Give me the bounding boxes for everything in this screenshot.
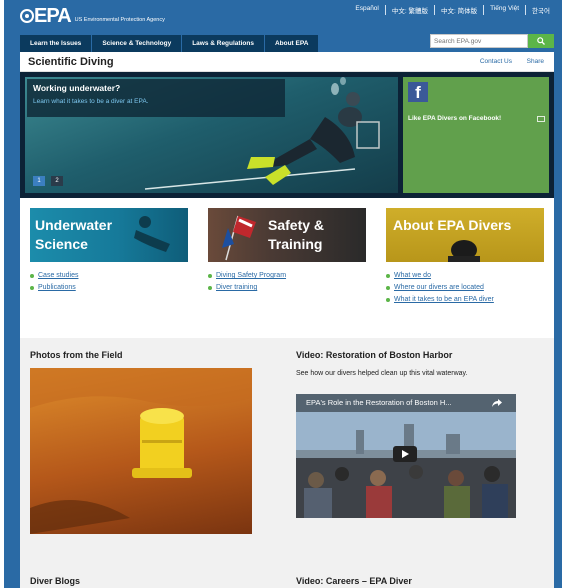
carousel-pager: 1 2 — [33, 176, 69, 186]
search-button[interactable] — [528, 34, 554, 48]
diving-safety-program-link[interactable]: Diving Safety Program — [208, 272, 366, 279]
epa-page-frame: EPA US Environmental Protection Agency E… — [4, 0, 562, 588]
nav-about-epa[interactable]: About EPA — [264, 35, 319, 52]
hero-link[interactable]: Learn what it takes to be a diver at EPA… — [33, 98, 279, 105]
card-title-line1: About EPA Divers — [393, 217, 512, 233]
video-player[interactable]: EPA's Role in the Restoration of Boston … — [296, 394, 516, 518]
card-title-line1: Safety & — [268, 217, 325, 233]
hero-carousel: Working underwater? Learn what it takes … — [20, 72, 554, 198]
nav-learn-the-issues[interactable]: Learn the Issues — [20, 35, 92, 52]
about-epa-divers-banner[interactable]: About EPA Divers — [386, 208, 544, 262]
share-link[interactable]: Share — [527, 58, 544, 65]
sensor-buoy-image — [30, 368, 252, 534]
diver-training-link[interactable]: Diver training — [208, 284, 366, 291]
logo-text: EPA — [34, 5, 72, 27]
share-arrow-icon[interactable] — [492, 399, 502, 407]
video-heading: Video: Restoration of Boston Harbor — [296, 350, 453, 360]
slide-1-button[interactable]: 1 — [33, 176, 45, 186]
card-underwater-science: Underwater Science Case studies Publicat… — [30, 208, 188, 296]
search-box — [430, 34, 554, 48]
diver-locations-link[interactable]: Where our divers are located — [386, 284, 544, 291]
hero-heading: Working underwater? — [33, 83, 121, 93]
video-description: See how our divers helped clean up this … — [296, 370, 468, 377]
language-links: Español 中文: 繁體版 中文: 简体版 Tiếng Việt 한국어 — [349, 5, 556, 15]
card-about-epa-divers: About EPA Divers What we do Where our di… — [386, 208, 544, 308]
card-title-line2: Science — [35, 236, 88, 252]
play-icon — [402, 450, 409, 458]
lang-link[interactable]: Tiếng Việt — [484, 5, 527, 15]
careers-video-heading: Video: Careers – EPA Diver — [296, 576, 412, 586]
facebook-promo[interactable]: f Like EPA Divers on Facebook! — [403, 77, 549, 193]
underwater-science-banner[interactable]: Underwater Science — [30, 208, 188, 262]
nav-science-technology[interactable]: Science & Technology — [92, 35, 182, 52]
card-title-line1: Underwater — [35, 217, 113, 233]
case-studies-link[interactable]: Case studies — [30, 272, 188, 279]
become-epa-diver-link[interactable]: What it takes to be an EPA diver — [386, 296, 544, 303]
contact-us-link[interactable]: Contact Us — [480, 58, 512, 65]
title-row: Scientific Diving Contact Us Share — [20, 52, 554, 72]
play-button[interactable] — [393, 446, 417, 462]
safety-training-banner[interactable]: Safety & Training — [208, 208, 366, 262]
agency-name: US Environmental Protection Agency — [74, 17, 165, 23]
lang-link[interactable]: 中文: 简体版 — [435, 5, 485, 15]
hero-caption: Working underwater? Learn what it takes … — [27, 79, 285, 117]
main-content: Scientific Diving Contact Us Share Worki… — [20, 52, 554, 588]
main-nav: Learn the Issues Science & Technology La… — [20, 35, 319, 52]
slide-2-button[interactable]: 2 — [51, 176, 63, 186]
external-link-icon — [537, 116, 545, 122]
video-title: EPA's Role in the Restoration of Boston … — [296, 394, 516, 412]
facebook-promo-text: Like EPA Divers on Facebook! — [408, 115, 502, 122]
facebook-icon: f — [408, 82, 428, 102]
field-photo[interactable] — [30, 368, 252, 534]
lang-link[interactable]: 한국어 — [526, 5, 556, 15]
card-links: Case studies Publications — [30, 272, 188, 291]
lang-link[interactable]: 中文: 繁體版 — [386, 5, 435, 15]
search-input[interactable] — [430, 34, 528, 48]
card-safety-training: Safety & Training Diving Safety Program … — [208, 208, 366, 296]
card-title-line2: Training — [268, 236, 323, 252]
diver-hero-image[interactable]: Working underwater? Learn what it takes … — [25, 77, 398, 193]
publications-link[interactable]: Publications — [30, 284, 188, 291]
lang-link[interactable]: Español — [349, 5, 386, 15]
page-title: Scientific Diving — [28, 56, 114, 68]
nav-laws-regulations[interactable]: Laws & Regulations — [182, 35, 264, 52]
diver-blogs-heading: Diver Blogs — [30, 576, 81, 586]
epa-logo[interactable]: EPA US Environmental Protection Agency — [20, 4, 165, 26]
epa-flower-icon — [20, 9, 34, 23]
what-we-do-link[interactable]: What we do — [386, 272, 544, 279]
photos-heading: Photos from the Field — [30, 350, 123, 360]
card-links: Diving Safety Program Diver training — [208, 272, 366, 291]
search-icon — [537, 37, 545, 45]
card-links: What we do Where our divers are located … — [386, 272, 544, 303]
epa-logo-mark: EPA — [20, 5, 72, 27]
